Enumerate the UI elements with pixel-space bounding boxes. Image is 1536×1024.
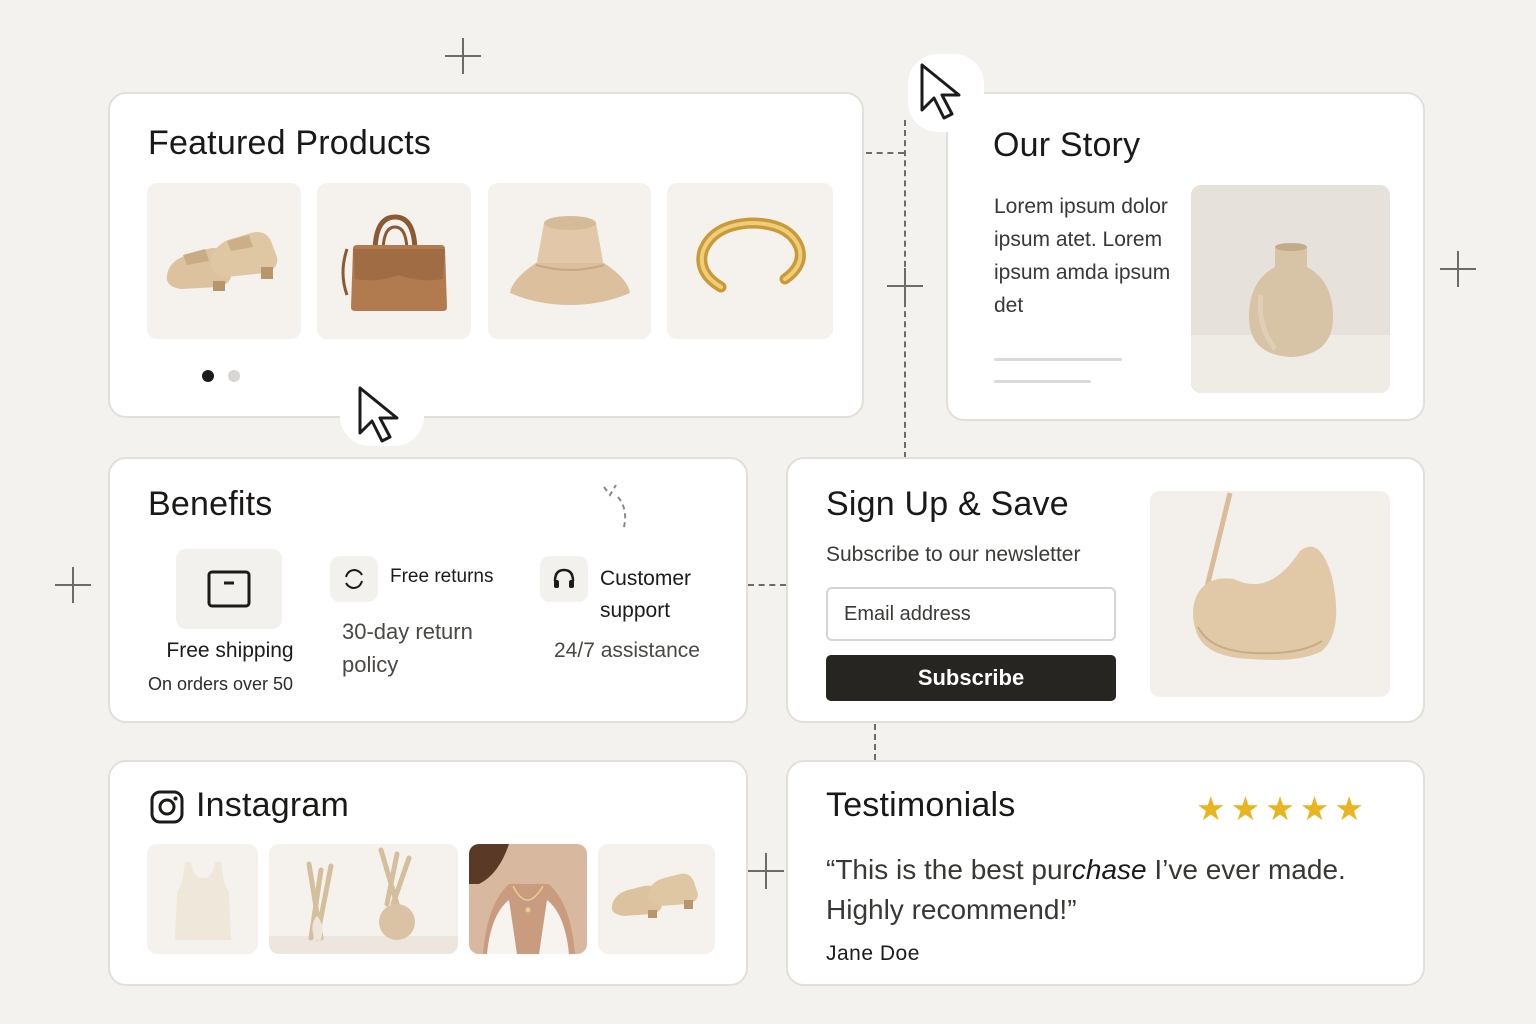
star-icon: ★ bbox=[1230, 789, 1261, 828]
refresh-icon bbox=[345, 568, 363, 590]
mouse-pointer-icon bbox=[920, 63, 961, 120]
crosshair-icon bbox=[55, 567, 91, 603]
testimonial-quote: “This is the best purchase I’ve ever mad… bbox=[826, 854, 1346, 925]
loafers-icon bbox=[166, 232, 278, 291]
crosshair-icon bbox=[748, 853, 784, 889]
testimonials-card: Testimonials ★ ★ ★ ★ ★ “This is the best… bbox=[786, 760, 1425, 986]
pampas-vases-icon bbox=[269, 847, 458, 954]
necklace-portrait-icon bbox=[469, 844, 587, 954]
product-tile-loafers[interactable] bbox=[147, 183, 301, 339]
shoulder-bag-icon bbox=[1193, 492, 1337, 660]
guide-line bbox=[866, 152, 904, 154]
benefit-label: Free returns bbox=[390, 566, 494, 587]
instagram-photo[interactable] bbox=[469, 844, 587, 954]
guide-line bbox=[904, 120, 906, 458]
guide-line bbox=[874, 724, 876, 760]
text-placeholder-line bbox=[994, 358, 1122, 361]
carousel-dot[interactable] bbox=[228, 370, 240, 382]
our-story-text: Lorem ipsum dolor ipsum atet. Lorem ipsu… bbox=[994, 195, 1171, 317]
instagram-icon[interactable] bbox=[150, 790, 184, 824]
benefit-label: Customer support bbox=[600, 567, 692, 622]
loading-arc-icon bbox=[603, 484, 627, 528]
signup-title: Sign Up & Save bbox=[826, 485, 1069, 523]
shipping-box-icon bbox=[207, 570, 251, 608]
handbag-icon bbox=[341, 214, 447, 311]
crosshair-icon bbox=[1440, 251, 1476, 287]
signup-subtitle: Subscribe to our newsletter bbox=[826, 543, 1081, 566]
carousel-dot-active[interactable] bbox=[202, 370, 214, 382]
headset-icon bbox=[553, 568, 575, 588]
carousel-dots bbox=[202, 370, 240, 382]
subscribe-button[interactable]: Subscribe bbox=[826, 655, 1116, 701]
testimonial-author: Jane Doe bbox=[826, 942, 920, 965]
instagram-photo[interactable] bbox=[269, 844, 458, 954]
guide-line bbox=[748, 584, 786, 586]
loafers-icon bbox=[611, 873, 698, 918]
testimonials-title: Testimonials bbox=[826, 786, 1016, 824]
benefit-shipping-icon-box bbox=[176, 549, 282, 629]
signup-card: Sign Up & Save Subscribe to our newslett… bbox=[786, 457, 1425, 723]
star-icon: ★ bbox=[1265, 789, 1295, 828]
product-tile-bracelet[interactable] bbox=[667, 183, 833, 339]
our-story-card: Our Story Lorem ipsum dolor ipsum atet. … bbox=[946, 92, 1425, 421]
benefit-description: On orders over 50 bbox=[148, 674, 294, 694]
mouse-pointer-icon bbox=[358, 386, 399, 443]
benefit-support-icon-box bbox=[540, 556, 588, 602]
story-image bbox=[1191, 185, 1390, 393]
benefit-description: 24/7 assistance bbox=[554, 639, 700, 662]
gold-bracelet-icon bbox=[696, 217, 806, 293]
text-placeholder-line bbox=[994, 380, 1091, 383]
benefits-title: Benefits bbox=[148, 485, 273, 523]
star-icon: ★ bbox=[1196, 789, 1226, 828]
instagram-photo[interactable] bbox=[598, 844, 715, 954]
bucket-hat-icon bbox=[510, 216, 630, 305]
tank-top-icon bbox=[175, 862, 231, 940]
product-tile-hat[interactable] bbox=[488, 183, 651, 339]
star-rating: ★ ★ ★ ★ ★ bbox=[1196, 792, 1364, 825]
crosshair-icon bbox=[445, 38, 481, 74]
featured-products-card: Featured Products bbox=[108, 92, 864, 418]
vase-icon bbox=[1191, 243, 1390, 393]
benefit-description: 30-day return policy bbox=[342, 619, 473, 677]
benefits-card: Benefits Free shipping On orders over 50… bbox=[108, 457, 748, 723]
star-icon: ★ bbox=[1299, 789, 1330, 828]
instagram-card: Instagram bbox=[108, 760, 748, 986]
our-story-title: Our Story bbox=[993, 126, 1141, 164]
signup-image bbox=[1150, 491, 1390, 697]
instagram-photo[interactable] bbox=[147, 844, 258, 954]
benefit-label: Free shipping bbox=[166, 639, 294, 662]
instagram-title: Instagram bbox=[196, 786, 349, 824]
star-icon: ★ bbox=[1334, 789, 1364, 828]
featured-products-title: Featured Products bbox=[148, 124, 432, 162]
email-field[interactable] bbox=[826, 587, 1116, 641]
benefit-returns-icon-box bbox=[330, 556, 378, 602]
product-tile-handbag[interactable] bbox=[317, 183, 471, 339]
